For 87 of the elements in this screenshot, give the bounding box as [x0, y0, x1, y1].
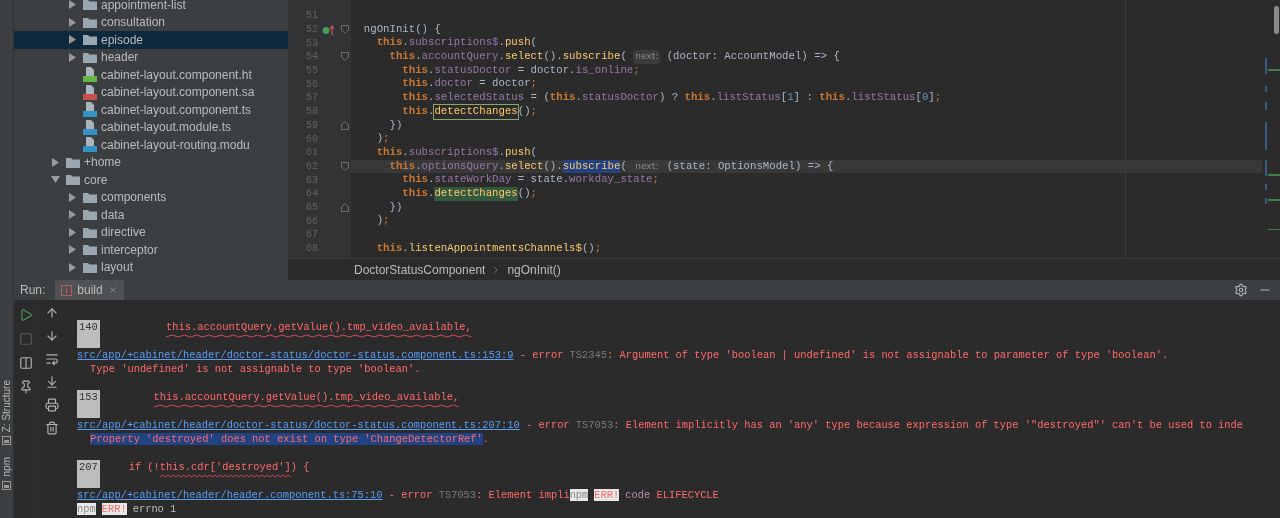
fold-icon[interactable]	[340, 25, 349, 35]
tree-item[interactable]: directive	[14, 223, 288, 241]
fold-icon[interactable]	[340, 120, 349, 130]
console-text: Property 'destroyed' does not exist on type 'ChangeDetectorRef'.	[90, 433, 490, 445]
line-number-box: 207	[77, 460, 100, 488]
console-text: - error TS7053: Element implicitly has an 'any' type because expression of type '"destroyed"' can't be used to inde	[524, 419, 1244, 431]
tree-item[interactable]: data	[14, 206, 288, 224]
console-text: Type 'undefined' is not assignable to type 'boolean'.	[90, 363, 421, 375]
console-text: this.accountQuery.getValue().tmp_video_available,	[103, 390, 460, 418]
tree-item[interactable]: cabinet-layout-routing.modu	[14, 136, 288, 154]
folder-icon	[83, 226, 97, 238]
folder-icon	[83, 34, 97, 46]
file-icon	[83, 119, 97, 135]
line-number-box: 140	[77, 320, 100, 348]
settings-icon[interactable]	[1234, 283, 1248, 297]
file-icon	[83, 67, 97, 83]
folder-icon	[83, 244, 97, 256]
file-link[interactable]: src/app/+cabinet/header/header.component.ts:75:10	[77, 489, 383, 501]
tree-item[interactable]: episode	[14, 31, 288, 49]
tool-window-button[interactable]: Z: Structure	[0, 380, 14, 446]
folder-icon	[83, 16, 97, 28]
breadcrumb[interactable]: ngOnInit()	[507, 260, 561, 279]
code-line: this.detectChanges();	[351, 104, 1262, 119]
tree-item[interactable]: cabinet-layout.module.ts	[14, 118, 288, 136]
caret-down-icon[interactable]	[51, 175, 60, 185]
panel-icon	[2, 480, 11, 490]
tab[interactable]: build	[55, 280, 124, 300]
tree-item[interactable]: layout	[14, 258, 288, 276]
layout-icon[interactable]	[19, 356, 33, 370]
tree-item[interactable]: +home	[14, 153, 288, 171]
panel-icon	[2, 436, 11, 446]
code-line: );	[375, 214, 391, 228]
code-line: })	[388, 200, 404, 215]
console-text: if (!this.cdr['destroyed']) {	[103, 460, 310, 488]
tree-item[interactable]: core	[14, 171, 288, 189]
file-icon	[83, 102, 97, 118]
soft-wrap-icon[interactable]	[45, 352, 59, 366]
console-text: - error TS2345: Argument of type 'boolean | undefined' is not assignable to parameter of type 'boolean'.	[518, 349, 1169, 361]
code-line: this.statusDoctor = doctor.is_online;	[401, 63, 641, 78]
caret-right-icon[interactable]	[51, 157, 60, 167]
line-number-box: 153	[77, 390, 100, 418]
file-link[interactable]: src/app/+cabinet/header/doctor-status/doctor-status.component.ts:153:9	[77, 349, 514, 361]
code-line: this.selectedStatus = (this.statusDoctor) ? this.listStatus[1] : this.listStatus[0];	[401, 91, 943, 105]
tree-item[interactable]: header	[14, 48, 288, 66]
tree-item[interactable]: consultation	[14, 13, 288, 31]
folder-icon	[83, 51, 97, 63]
implements-marker-icon[interactable]	[321, 24, 335, 35]
file-icon	[83, 84, 97, 100]
code-line: this.doctor = doctor;	[401, 77, 539, 92]
run-label: Run:	[20, 282, 46, 299]
tree-item[interactable]: cabinet-layout.component.sa	[14, 83, 288, 101]
close-icon[interactable]	[107, 285, 118, 295]
run-icon[interactable]	[19, 308, 33, 322]
tree-item[interactable]: components	[14, 188, 288, 206]
console-text: - error TS7053: Element implinpm ERR! code ELIFECYCLE	[387, 489, 719, 501]
tree-item[interactable]: appointment-list	[14, 0, 288, 14]
console-text: this.accountQuery.getValue().tmp_video_available,	[103, 320, 472, 348]
fold-icon[interactable]	[340, 202, 349, 212]
trash-icon[interactable]	[45, 421, 59, 435]
tree-item[interactable]: interceptor	[14, 241, 288, 259]
pin-icon[interactable]	[19, 380, 33, 394]
build-icon	[61, 284, 73, 296]
folder-icon	[83, 261, 97, 273]
code-line: ngOnInit() {	[362, 22, 442, 37]
console-text: npm ERR! errno 1	[77, 503, 177, 515]
code-line: })	[388, 118, 404, 133]
scroll-to-end-icon[interactable]	[45, 375, 59, 389]
code-line: );	[375, 132, 391, 146]
fold-icon[interactable]	[340, 161, 349, 171]
code-line: this.subscriptions$.push(	[375, 36, 539, 51]
folder-icon	[66, 156, 80, 168]
code-line: this.accountQuery.select().subscribe( next: (doctor: AccountModel) => {	[388, 50, 841, 64]
file-icon	[83, 137, 97, 153]
code-line: this.subscriptions$.push(	[375, 145, 539, 160]
tree-item[interactable]: cabinet-layout.component.ts	[14, 101, 288, 119]
breadcrumb[interactable]: DoctorStatusComponent	[354, 260, 486, 279]
folder-icon	[83, 0, 97, 11]
code-line: this.listenAppointmentsChannels$();	[375, 241, 603, 256]
folder-icon	[83, 191, 97, 203]
code-line: this.stateWorkDay = state.workday_state;	[401, 173, 660, 187]
tool-window-button[interactable]: npm	[0, 457, 14, 490]
tree-item[interactable]: cabinet-layout.component.ht	[14, 66, 288, 84]
folder-icon	[83, 209, 97, 221]
folder-icon	[66, 174, 80, 186]
print-icon[interactable]	[45, 398, 59, 412]
fold-icon[interactable]	[340, 52, 349, 62]
file-link[interactable]: src/app/+cabinet/header/doctor-status/doctor-status.component.ts:207:10	[77, 419, 520, 431]
